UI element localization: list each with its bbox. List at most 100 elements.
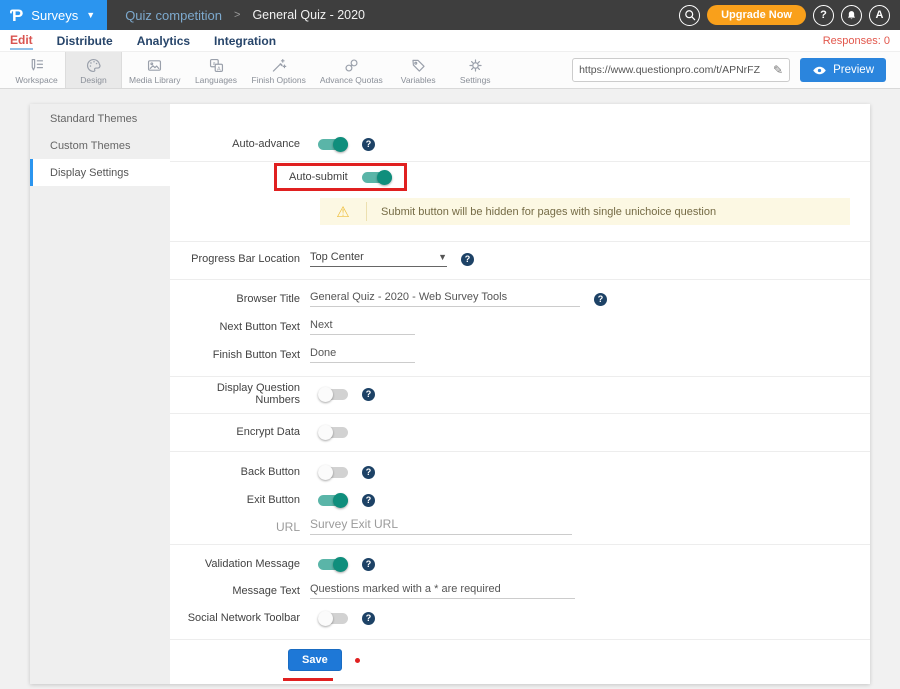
exit-button-toggle[interactable] <box>318 492 348 508</box>
finish-button-text-input[interactable] <box>310 347 415 363</box>
surveys-menu[interactable]: Ƥ Surveys ▼ <box>0 0 107 30</box>
back-button-label: Back Button <box>170 466 310 478</box>
tool-variables[interactable]: Variables <box>390 52 447 88</box>
sidebar-item-standard-themes[interactable]: Standard Themes <box>30 105 170 132</box>
display-settings-panel: Auto-advance ? Auto-submit ⚠ Submit butt… <box>170 104 870 684</box>
breadcrumb-separator: > <box>234 9 240 21</box>
encrypt-data-label: Encrypt Data <box>170 426 310 438</box>
auto-advance-help-icon[interactable]: ? <box>362 138 375 151</box>
exit-url-input[interactable] <box>310 519 572 535</box>
edit-url-icon[interactable]: ✎ <box>773 63 783 77</box>
chevron-down-icon: ▼ <box>86 10 95 20</box>
surveys-menu-label: Surveys <box>31 8 78 23</box>
encrypt-data-toggle[interactable] <box>318 424 348 440</box>
save-row: Save <box>170 649 870 671</box>
display-question-numbers-toggle[interactable] <box>318 386 348 402</box>
tab-analytics[interactable]: Analytics <box>137 33 190 49</box>
page-background: Standard Themes Custom Themes Display Se… <box>0 89 900 689</box>
tool-advance-quotas[interactable]: Advance Quotas <box>313 52 390 88</box>
auto-advance-toggle[interactable] <box>318 136 348 152</box>
tool-design[interactable]: Design <box>65 52 122 88</box>
avatar[interactable]: A <box>869 5 890 26</box>
tab-distribute[interactable]: Distribute <box>57 33 113 49</box>
bell-icon <box>845 9 858 22</box>
tool-media-library[interactable]: Media Library <box>122 52 188 88</box>
sidebar-item-display-settings[interactable]: Display Settings <box>30 159 170 186</box>
languages-icon: a A <box>208 57 225 74</box>
message-text-input[interactable] <box>310 583 575 599</box>
social-network-toolbar-toggle[interactable] <box>318 610 348 626</box>
chevron-down-icon: ▼ <box>438 252 447 262</box>
tool-languages[interactable]: a A Languages <box>188 52 245 88</box>
auto-submit-toggle[interactable] <box>362 169 392 185</box>
progress-bar-location-row: Progress Bar Location Top Center ▼ ? <box>170 246 870 272</box>
display-question-numbers-label: Display Question Numbers <box>170 382 310 406</box>
auto-advance-label: Auto-advance <box>170 138 310 150</box>
back-button-row: Back Button ? <box>170 458 870 486</box>
exit-button-help-icon[interactable]: ? <box>362 494 375 507</box>
encrypt-data-row: Encrypt Data <box>170 418 870 446</box>
annotation-dot <box>355 658 360 663</box>
breadcrumb-folder[interactable]: Quiz competition <box>125 8 222 23</box>
survey-url-input[interactable] <box>579 64 773 76</box>
exit-url-row: URL <box>170 514 870 540</box>
edit-toolbar: Workspace Design Media Library a A Langu… <box>0 51 900 89</box>
workspace-icon <box>28 57 45 74</box>
media-library-icon <box>146 57 163 74</box>
design-sidebar: Standard Themes Custom Themes Display Se… <box>30 104 170 684</box>
tool-workspace[interactable]: Workspace <box>8 52 65 88</box>
exit-url-label: URL <box>170 520 310 534</box>
survey-nav: Edit Distribute Analytics Integration Re… <box>0 30 900 51</box>
responses-count[interactable]: Responses: 0 <box>823 35 890 47</box>
topbar-actions: Upgrade Now ? A <box>679 5 900 26</box>
eye-icon <box>812 64 827 77</box>
save-button[interactable]: Save <box>288 649 342 671</box>
tab-integration[interactable]: Integration <box>214 33 276 49</box>
display-question-numbers-help-icon[interactable]: ? <box>362 388 375 401</box>
display-question-numbers-row: Display Question Numbers ? <box>170 380 870 408</box>
auto-submit-label: Auto-submit <box>289 171 348 183</box>
social-network-toolbar-help-icon[interactable]: ? <box>362 612 375 625</box>
progress-bar-location-help-icon[interactable]: ? <box>461 253 474 266</box>
search-button[interactable] <box>679 5 700 26</box>
exit-button-row: Exit Button ? <box>170 486 870 514</box>
preview-button-label: Preview <box>833 64 874 76</box>
auto-advance-row: Auto-advance ? <box>170 131 870 157</box>
preview-button[interactable]: Preview <box>800 58 886 82</box>
browser-title-label: Browser Title <box>170 293 310 305</box>
finish-button-text-row: Finish Button Text <box>170 342 870 368</box>
next-button-text-input[interactable] <box>310 319 415 335</box>
validation-message-toggle[interactable] <box>318 556 348 572</box>
validation-message-help-icon[interactable]: ? <box>362 558 375 571</box>
social-network-toolbar-row: Social Network Toolbar ? <box>170 604 870 632</box>
divider <box>170 279 870 280</box>
back-button-help-icon[interactable]: ? <box>362 466 375 479</box>
progress-bar-location-select[interactable]: Top Center ▼ <box>310 251 447 267</box>
browser-title-row: Browser Title ? <box>170 286 870 312</box>
design-palette-icon <box>85 57 102 74</box>
sidebar-item-custom-themes[interactable]: Custom Themes <box>30 132 170 159</box>
back-button-toggle[interactable] <box>318 464 348 480</box>
tool-finish-options[interactable]: Finish Options <box>245 52 313 88</box>
browser-title-input[interactable] <box>310 291 580 307</box>
annotation-red-box: Auto-submit <box>274 163 407 191</box>
notifications-button[interactable] <box>841 5 862 26</box>
help-button[interactable]: ? <box>813 5 834 26</box>
warning-triangle-icon: ⚠ <box>336 203 349 221</box>
tab-edit[interactable]: Edit <box>10 32 33 50</box>
upgrade-now-button[interactable]: Upgrade Now <box>707 5 806 25</box>
annotation-underline <box>283 678 333 681</box>
search-icon <box>683 8 697 22</box>
tool-settings[interactable]: Settings <box>447 52 504 88</box>
svg-text:a: a <box>212 61 215 67</box>
browser-title-help-icon[interactable]: ? <box>594 293 607 306</box>
message-text-row: Message Text <box>170 578 870 604</box>
next-button-text-label: Next Button Text <box>170 321 310 333</box>
tag-icon <box>410 57 427 74</box>
progress-bar-location-value: Top Center <box>310 251 438 263</box>
divider <box>170 451 870 452</box>
divider <box>170 413 870 414</box>
warning-banner: ⚠ Submit button will be hidden for pages… <box>320 198 850 225</box>
finish-button-text-label: Finish Button Text <box>170 349 310 361</box>
top-bar: Ƥ Surveys ▼ Quiz competition > General Q… <box>0 0 900 30</box>
